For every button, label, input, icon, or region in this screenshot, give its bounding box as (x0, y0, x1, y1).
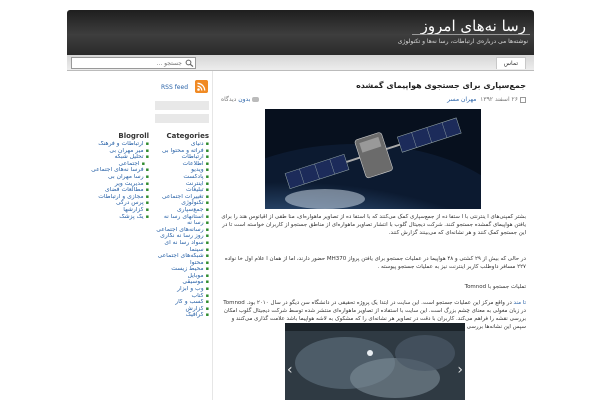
blogroll-item[interactable]: یک پزشک (73, 214, 149, 221)
category-item[interactable]: رسا نه (153, 220, 209, 227)
blogroll-item[interactable]: مجازی و ارتباطات (73, 194, 149, 201)
blogroll-item[interactable]: تحلیل شبکه (73, 154, 149, 161)
category-item[interactable]: ارتباطات (153, 154, 209, 161)
rss-label[interactable]: RSS feed (161, 84, 188, 91)
comments-label: دیدگاه (221, 96, 237, 103)
category-item[interactable]: موبایل (153, 273, 209, 280)
category-item[interactable]: تبلیغات (153, 187, 209, 194)
blogroll-item[interactable]: اجتماعی (73, 161, 149, 168)
category-item[interactable]: موسیقی (153, 279, 209, 286)
cloud-imagery (295, 335, 455, 398)
rss-icon[interactable] (195, 80, 208, 93)
tomnod-link[interactable]: تا مند (514, 300, 526, 306)
calendar-icon (520, 96, 526, 103)
blogroll-item[interactable]: رسا مهران بی (73, 174, 149, 181)
post-paragraph-1: بشتر کمپنی‌های ا ینترنتی با ا ستفا ده از… (221, 214, 526, 236)
category-item[interactable]: روز رسا نه نگاری (153, 233, 209, 240)
main-column: جمع‌سپاری برای جستجوی هواپیمای گمشده ۲۶ … (212, 71, 534, 400)
search-input[interactable] (72, 58, 184, 68)
placeholder-box (155, 114, 209, 123)
category-item[interactable]: دنیای (153, 141, 209, 148)
category-item[interactable]: وب و ابزار (153, 286, 209, 293)
post-date: ۲۶ اسفند ۱۳۹۲ (480, 96, 518, 103)
category-item[interactable]: کسب و کار (153, 299, 209, 306)
category-item[interactable]: رسانه‌های اجتماعی (153, 227, 209, 234)
site-header: رسا نه‌های امروز نوشته‌ها می درباره‌ی ار… (67, 10, 534, 55)
blogroll-widget: Blogroll ارتباطات و فرهنگمیر مهران بیتحل… (73, 131, 149, 400)
category-item[interactable]: پادکست (153, 174, 209, 181)
categories-list: دنیایفراته و محتوا بیارتباطاتاطلاعاتویدی… (153, 141, 209, 319)
blogroll-title: Blogroll (118, 132, 149, 140)
blogroll-item[interactable]: پرس درگی (73, 200, 149, 207)
post-date-author: ۲۶ اسفند ۱۳۹۲ مهران مسر (447, 96, 526, 103)
blogroll-item[interactable]: مدیریت ویر (73, 181, 149, 188)
post-paragraph-2: در حالی که بیش از ۲۹ کشتی و ۴۸ هواپیما د… (224, 256, 526, 270)
category-item[interactable]: محتوا (153, 260, 209, 267)
categories-widget: Categories دنیایفراته و محتوا بیارتباطات… (153, 131, 209, 400)
prev-arrow-icon[interactable]: ‹ (287, 363, 293, 377)
category-item[interactable]: فراته و محتوا بی (153, 148, 209, 155)
site-tagline: نوشته‌ها می درباره‌ی ارتباطات، رسا نه‌ها… (397, 38, 528, 45)
placeholder-box (155, 101, 209, 110)
category-item[interactable]: محیط زیست (153, 266, 209, 273)
rss-feed-link[interactable]: RSS feed (160, 80, 208, 94)
nav-tab-contact[interactable]: تماس (495, 57, 526, 69)
category-item[interactable]: اینترنت (153, 181, 209, 188)
blogroll-item[interactable]: گزارشها (73, 207, 149, 214)
page-content: Blogroll ارتباطات و فرهنگمیر مهران بیتحل… (67, 71, 534, 400)
category-item[interactable]: سواد رسا نه ای (153, 240, 209, 247)
blogroll-list: ارتباطات و فرهنگمیر مهران بیتحلیل شبکهاج… (73, 141, 149, 220)
title-underline (412, 34, 530, 35)
category-item[interactable]: اطلاعات (153, 161, 209, 168)
blogroll-item[interactable]: مطالعات فضای (73, 187, 149, 194)
category-item[interactable]: کتاب (153, 293, 209, 300)
blogroll-item[interactable]: فرسا نه‌های اجتماعی (73, 167, 149, 174)
category-item[interactable]: استانهای رسا نه (153, 214, 209, 221)
comments-link[interactable]: بدون (238, 96, 250, 103)
category-item[interactable]: جمع‌سپاری (153, 207, 209, 214)
category-item[interactable]: شبکه‌های اجتماعی (153, 253, 209, 260)
comment-bubble-icon (252, 97, 260, 102)
post-meta: ۲۶ اسفند ۱۳۹۲ مهران مسر بدون دیدگاه (221, 96, 526, 106)
post-comments[interactable]: بدون دیدگاه (221, 96, 260, 103)
search-box (71, 57, 196, 69)
category-item[interactable]: تکنولوژی (153, 200, 209, 207)
site-title[interactable]: رسا نه‌های امروز (421, 17, 526, 35)
categories-title: Categories (166, 132, 209, 140)
category-item[interactable]: گرافیک (153, 312, 209, 319)
category-item[interactable]: سینما (153, 247, 209, 254)
post-author[interactable]: مهران مسر (447, 96, 476, 103)
post-title[interactable]: جمع‌سپاری برای جستجوی هواپیمای گمشده (356, 81, 526, 90)
nav-bar: تماس (67, 55, 534, 71)
category-item[interactable]: تغییرات اجتماعی (153, 194, 209, 201)
category-item[interactable]: ویدیو (153, 167, 209, 174)
map-viewer[interactable]: ‹ › (285, 323, 465, 400)
blogroll-item[interactable]: میر مهران بی (73, 148, 149, 155)
blogroll-item[interactable]: ارتباطات و فرهنگ (73, 141, 149, 148)
sidebar-placeholder-boxes (155, 101, 209, 127)
category-item[interactable]: گزارش (153, 306, 209, 313)
search-icon[interactable] (185, 59, 194, 67)
next-arrow-icon[interactable]: › (457, 363, 463, 377)
post-subheading: تملیات جستجو با Tomnod (464, 284, 526, 290)
satellite-image (265, 109, 481, 209)
